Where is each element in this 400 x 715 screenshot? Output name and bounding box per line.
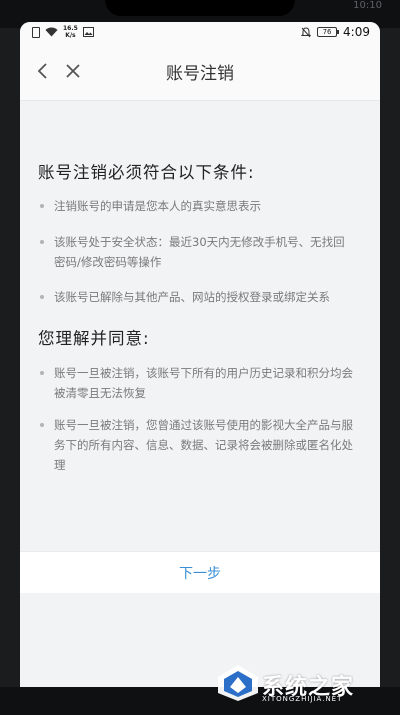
list-item: 注销账号的申请是您本人的真实意思表示 bbox=[40, 196, 356, 216]
bullet-dot bbox=[40, 295, 44, 299]
list-item: 该账号处于安全状态：最近30天内无修改手机号、无找回密码/修改密码等操作 bbox=[40, 232, 356, 272]
mute-bell-icon bbox=[301, 26, 312, 37]
bezel-time: 10:10 bbox=[353, 0, 382, 11]
bullet-dot bbox=[40, 240, 44, 244]
status-bar: 16.5 K/s 76 4:09 bbox=[20, 22, 380, 42]
next-step-button[interactable]: 下一步 bbox=[20, 551, 380, 595]
conditions-heading: 账号注销必须符合以下条件: bbox=[38, 163, 255, 182]
photo-notification-icon bbox=[82, 27, 94, 37]
battery-icon: 76 bbox=[317, 27, 340, 37]
watermark-url: XITONGZHIJIA.NET bbox=[262, 695, 343, 703]
list-item: 账号一旦被注销，该账号下所有的用户历史记录和积分均会被清零且无法恢复 bbox=[40, 363, 356, 403]
navigation-bar: 账号注销 bbox=[20, 42, 380, 101]
sim-card-icon bbox=[32, 26, 40, 38]
bullet-dot bbox=[40, 371, 44, 375]
page-title: 账号注销 bbox=[166, 64, 234, 84]
list-item: 账号一旦被注销，您曾通过该账号使用的影视大全产品与服务下的所有内容、信息、数据、… bbox=[40, 415, 356, 475]
watermark-logo-icon bbox=[218, 665, 258, 701]
status-time: 4:09 bbox=[343, 25, 370, 39]
bullet-dot bbox=[40, 423, 44, 427]
camera-notch bbox=[105, 0, 295, 16]
net-speed: 16.5 K/s bbox=[63, 25, 78, 39]
bullet-dot bbox=[40, 204, 44, 208]
agreement-heading: 您理解并同意: bbox=[38, 329, 150, 348]
app-screen: 16.5 K/s 76 4:09 账号注销 账号注销必须符合以下条件: 注销账号… bbox=[20, 22, 380, 687]
site-watermark: 系统之家 XITONGZHIJIA.NET bbox=[212, 661, 392, 709]
wifi-icon bbox=[45, 27, 58, 37]
list-item: 该账号已解除与其他产品、网站的授权登录或绑定关系 bbox=[40, 287, 356, 307]
